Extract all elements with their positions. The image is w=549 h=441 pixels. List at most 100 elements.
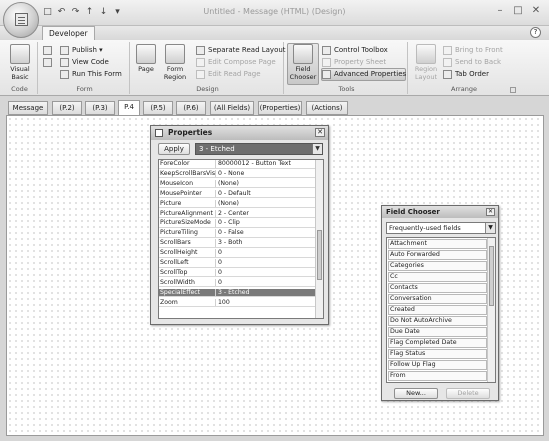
property-row[interactable]: ScrollTop 0 [159, 268, 317, 278]
page-tab-actions[interactable]: (Actions) [306, 101, 348, 115]
form-design-icon[interactable] [43, 46, 52, 55]
property-row[interactable]: ForeColor 80000012 - Button Text [159, 160, 317, 169]
page-tab-properties[interactable]: (Properties) [258, 101, 302, 115]
property-value[interactable]: 0 - Clip [218, 219, 317, 227]
close-icon[interactable]: ✕ [486, 208, 495, 216]
property-row[interactable]: ScrollHeight 0 [159, 249, 317, 258]
tab-order-button[interactable]: Tab Order [443, 69, 489, 80]
field-list-item[interactable]: Conversation [388, 294, 487, 304]
property-name: ScrollLeft [159, 259, 216, 267]
property-value[interactable]: 0 [218, 269, 317, 277]
field-list-item[interactable]: Auto Forwarded [388, 250, 487, 260]
property-value-combo[interactable]: 3 - Etched ▼ [195, 143, 323, 155]
help-icon[interactable]: ? [530, 27, 541, 38]
property-value[interactable]: 0 [218, 249, 317, 257]
field-list-item[interactable]: Cc [388, 272, 487, 282]
field-list-item[interactable]: Follow Up Flag [388, 360, 487, 370]
chevron-down-icon[interactable]: ▼ [312, 144, 322, 154]
close-icon[interactable]: ✕ [315, 128, 325, 137]
advanced-properties-button[interactable]: Advanced Properties [322, 69, 406, 80]
property-value[interactable]: 0 [218, 259, 317, 267]
property-value[interactable]: 80000012 - Button Text [218, 160, 317, 168]
property-row[interactable]: PictureSizeMode 0 - Clip [159, 219, 317, 228]
field-list-item[interactable]: Flag Status [388, 349, 487, 359]
page-tab-p3[interactable]: (P.3) [85, 101, 115, 115]
properties-scroll-thumb[interactable] [317, 230, 322, 280]
property-row[interactable]: PictureAlignment 2 - Center [159, 209, 317, 219]
form-region-button[interactable]: Form Region [159, 43, 191, 81]
property-sheet-button[interactable]: Property Sheet [322, 57, 386, 68]
visual-basic-button[interactable]: Visual Basic [4, 43, 36, 81]
property-row[interactable]: MouseIcon (None) [159, 179, 317, 189]
chevron-down-icon[interactable]: ▼ [485, 223, 495, 233]
group-arrange-label: Arrange [451, 85, 477, 93]
property-value[interactable]: 3 - Both [218, 239, 317, 247]
field-list-item[interactable]: Categories [388, 261, 487, 271]
properties-scrollbar[interactable] [315, 160, 323, 318]
view-code-button[interactable]: View Code [60, 57, 109, 68]
region-layout-button[interactable]: Region Layout [412, 43, 440, 81]
property-value[interactable]: 0 - False [218, 229, 317, 237]
tab-developer[interactable]: Developer [42, 26, 95, 40]
field-list-item[interactable]: From [388, 371, 487, 381]
apply-button[interactable]: Apply [158, 143, 190, 155]
edit-compose-page-button[interactable]: Edit Compose Page [196, 57, 276, 68]
field-list-scrollbar[interactable] [487, 238, 495, 382]
field-list-item[interactable]: Due Date [388, 327, 487, 337]
minimize-icon[interactable]: – [493, 4, 507, 18]
arrange-launcher-icon[interactable] [510, 87, 516, 93]
field-list-item[interactable]: Attachment [388, 239, 487, 249]
restore-icon[interactable]: □ [511, 4, 525, 18]
property-row[interactable]: ScrollWidth 0 [159, 278, 317, 288]
property-row[interactable]: MousePointer 0 - Default [159, 189, 317, 199]
control-toolbox-button[interactable]: Control Toolbox [322, 45, 388, 56]
page-tab-p5[interactable]: (P.5) [143, 101, 173, 115]
property-row[interactable]: Picture (None) [159, 199, 317, 209]
new-field-button[interactable]: New... [394, 388, 438, 399]
property-value[interactable]: (None) [218, 180, 317, 188]
field-list-item[interactable]: Created [388, 305, 487, 315]
page-button[interactable]: Page [134, 43, 158, 73]
publish-button[interactable]: Publish ▾ [60, 45, 103, 56]
field-list: Attachment Auto Forwarded Categories Cc Cont… [386, 237, 496, 383]
field-set-combo[interactable]: Frequently-used fields ▼ [386, 222, 496, 234]
field-chooser-title-bar[interactable]: Field Chooser ✕ [382, 206, 498, 218]
property-value[interactable]: (None) [218, 200, 317, 208]
property-row[interactable]: ScrollLeft 0 [159, 259, 317, 268]
field-list-item[interactable]: Do Not AutoArchive [388, 316, 487, 326]
send-to-back-button[interactable]: Send to Back [443, 57, 501, 68]
property-value-text: 3 - Etched [199, 145, 235, 153]
edit-read-page-button[interactable]: Edit Read Page [196, 69, 261, 80]
property-row[interactable]: SpecialEffect 3 - Etched [159, 288, 317, 298]
property-value[interactable]: 2 - Center [218, 210, 317, 218]
run-this-form-button[interactable]: Run This Form [60, 69, 122, 80]
bring-to-front-button[interactable]: Bring to Front [443, 45, 503, 56]
property-row[interactable]: KeepScrollBarsVisi 0 - None [159, 169, 317, 179]
property-row[interactable]: ScrollBars 3 - Both [159, 239, 317, 248]
delete-field-button[interactable]: Delete [446, 388, 490, 399]
page-tab-p2[interactable]: (P.2) [52, 101, 82, 115]
property-value[interactable]: 3 - Etched [218, 289, 317, 297]
property-value[interactable]: 100 [218, 299, 317, 307]
property-sheet-label: Property Sheet [334, 58, 387, 66]
page-tab-p4[interactable]: P.4 [118, 100, 140, 115]
property-value[interactable]: 0 - Default [218, 190, 317, 198]
page-tab-p6[interactable]: (P.6) [176, 101, 206, 115]
property-value[interactable]: 0 - None [218, 170, 317, 178]
field-chooser-title: Field Chooser [386, 208, 440, 216]
property-row[interactable]: Zoom 100 [159, 298, 317, 308]
close-icon[interactable]: ✕ [529, 4, 543, 18]
page-tab-all-fields[interactable]: (All Fields) [210, 101, 254, 115]
form-open-icon[interactable] [43, 58, 52, 67]
field-list-scroll-thumb[interactable] [489, 246, 494, 306]
properties-title-bar[interactable]: Properties ✕ [151, 126, 328, 140]
office-button[interactable] [3, 2, 39, 38]
property-row[interactable]: PictureTiling 0 - False [159, 229, 317, 238]
property-value[interactable]: 0 [218, 279, 317, 287]
property-name: ForeColor [159, 160, 216, 168]
field-list-item[interactable]: Flag Completed Date [388, 338, 487, 348]
field-chooser-button[interactable]: Field Chooser [287, 43, 319, 81]
separate-read-layout-button[interactable]: Separate Read Layout [196, 45, 286, 56]
page-tab-message[interactable]: Message [8, 101, 48, 115]
field-list-item[interactable]: Contacts [388, 283, 487, 293]
